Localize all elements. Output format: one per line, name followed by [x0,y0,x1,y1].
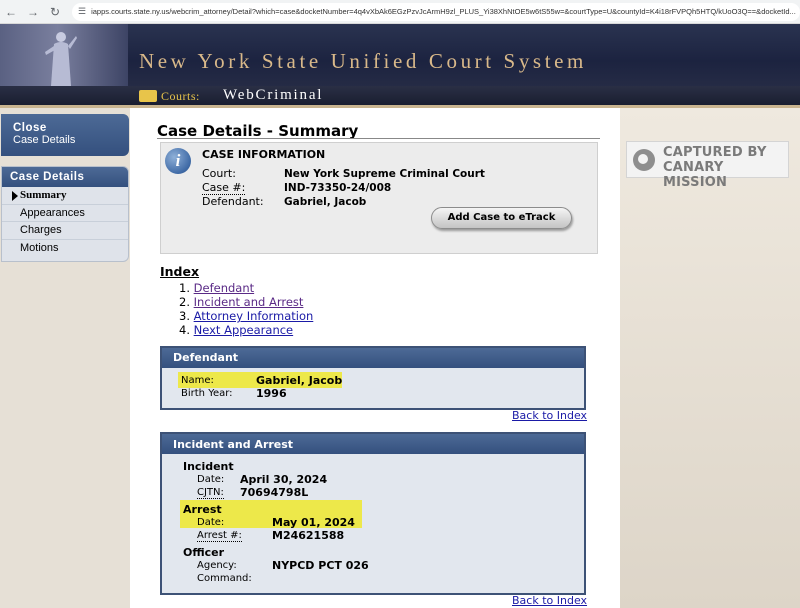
reload-icon[interactable]: ↻ [44,1,66,23]
courts-label: Courts: [161,89,200,103]
site-title: New York State Unified Court System [139,49,587,73]
sidebar-item-motions[interactable]: Motions [2,240,128,258]
arrest-number-label: Arrest #: [197,530,242,542]
url-text: iapps.courts.state.ny.us/webcrim_attorne… [91,7,796,16]
back-arrow-icon[interactable]: ← [0,1,22,23]
incident-section-heading: Incident and Arrest [162,434,584,454]
arrest-subheading: Arrest [183,503,222,516]
close-case-details-button[interactable]: Close Case Details [1,114,129,156]
index-heading: Index [160,264,200,279]
case-number-label: Case #: [202,181,246,195]
back-to-index-link[interactable]: Back to Index [512,594,587,607]
arrest-date-value: May 01, 2024 [272,516,355,529]
title-divider [157,138,600,139]
browser-toolbar: ← → ↻ ☰ iapps.courts.state.ny.us/webcrim… [0,0,800,24]
info-icon: i [165,148,191,174]
court-label: Court: [202,167,236,180]
case-number-row: Case #: IND-73350-24/008 [202,181,392,195]
canary-mission-watermark: CAPTURED BY CANARY MISSION [626,141,789,190]
index-item: 1. Defendant [179,281,313,295]
incident-and-arrest-section: Incident and Arrest Incident Date: April… [160,432,586,595]
index-number: 1. [179,281,190,295]
main-content: Case Details - Summary i CASE INFORMATIO… [130,108,620,608]
sidebar-item-appearances[interactable]: Appearances [2,205,128,222]
justice-statue-icon [45,32,77,86]
cjtn-value: 70694798L [240,486,309,499]
courts-logo-icon [139,90,157,102]
court-row: Court: New York Supreme Criminal Court [202,167,485,180]
app-subheader: Courts: WebCriminal [0,86,800,108]
forward-arrow-icon[interactable]: → [22,1,44,23]
defendant-value: Gabriel, Jacob [284,196,367,208]
index-list: 1. Defendant 2. Incident and Arrest 3. A… [179,281,313,337]
sidebar-item-charges[interactable]: Charges [2,222,128,240]
arrest-number-value: M24621588 [272,529,345,542]
officer-subheading: Officer [183,546,225,559]
site-info-icon[interactable]: ☰ [78,6,86,17]
watermark-line-2: CANARY MISSION [663,160,728,190]
cjtn-label: CJTN: [197,487,224,499]
defendant-row: Defendant: Gabriel, Jacob [202,195,366,208]
add-case-to-etrack-button[interactable]: Add Case to eTrack [431,207,572,229]
sidebar: Close Case Details Case Details Summary … [0,108,130,608]
close-label: Close [13,122,47,134]
name-value: Gabriel, Jacob [256,374,343,387]
index-item: 3. Attorney Information [179,309,313,323]
case-details-menu-title: Case Details [2,167,128,187]
name-label: Name: [181,375,214,386]
index-number: 2. [179,295,190,309]
case-details-menu: Case Details Summary Appearances Charges… [1,166,129,262]
incident-date-value: April 30, 2024 [240,473,328,486]
sidebar-item-label: Charges [20,224,62,236]
birth-year-value: 1996 [256,387,287,400]
birth-year-label: Birth Year: [181,388,233,399]
index-item: 4. Next Appearance [179,323,313,337]
defendant-section-heading: Defendant [162,348,584,368]
incident-subheading: Incident [183,460,234,473]
defendant-section: Defendant Name: Gabriel, Jacob Birth Yea… [160,346,586,410]
sidebar-item-label: Motions [20,241,59,254]
case-number-value: IND-73350-24/008 [284,182,392,194]
index-link-defendant[interactable]: Defendant [194,281,255,295]
agency-label: Agency: [197,560,237,571]
watermark-text: CAPTURED BY CANARY MISSION [663,145,788,190]
sidebar-item-label: Summary [20,189,67,201]
incident-date-label: Date: [197,474,225,485]
canary-bird-icon [633,149,655,171]
defendant-section-body: Name: Gabriel, Jacob Birth Year: 1996 [162,368,584,408]
case-information-heading: CASE INFORMATION [202,148,326,161]
current-item-arrow-icon [12,191,18,201]
back-to-index-link[interactable]: Back to Index [512,409,587,422]
arrest-date-label: Date: [197,517,225,528]
case-information-panel: i CASE INFORMATION Court: New York Suprem… [160,142,598,254]
justice-statue-image [0,24,128,86]
incident-section-body: Incident Date: April 30, 2024 CJTN: 7069… [162,454,584,593]
index-link-next-appearance[interactable]: Next Appearance [194,323,294,337]
index-number: 3. [179,309,190,323]
address-bar[interactable]: ☰ iapps.courts.state.ny.us/webcrim_attor… [72,2,800,21]
index-link-attorney-information[interactable]: Attorney Information [194,309,314,323]
site-banner: New York State Unified Court System [0,24,800,86]
defendant-label: Defendant: [202,195,264,208]
command-label: Command: [197,573,252,584]
agency-value: NYPCD PCT 026 [272,559,369,572]
index-item: 2. Incident and Arrest [179,295,313,309]
court-value: New York Supreme Criminal Court [284,168,485,180]
sidebar-item-summary[interactable]: Summary [2,187,128,205]
index-link-incident-and-arrest[interactable]: Incident and Arrest [194,295,304,309]
sidebar-item-label: Appearances [20,206,85,219]
close-sublabel: Case Details [13,134,76,146]
app-name: WebCriminal [223,87,324,103]
watermark-line-1: CAPTURED BY [663,145,767,160]
index-number: 4. [179,323,190,337]
